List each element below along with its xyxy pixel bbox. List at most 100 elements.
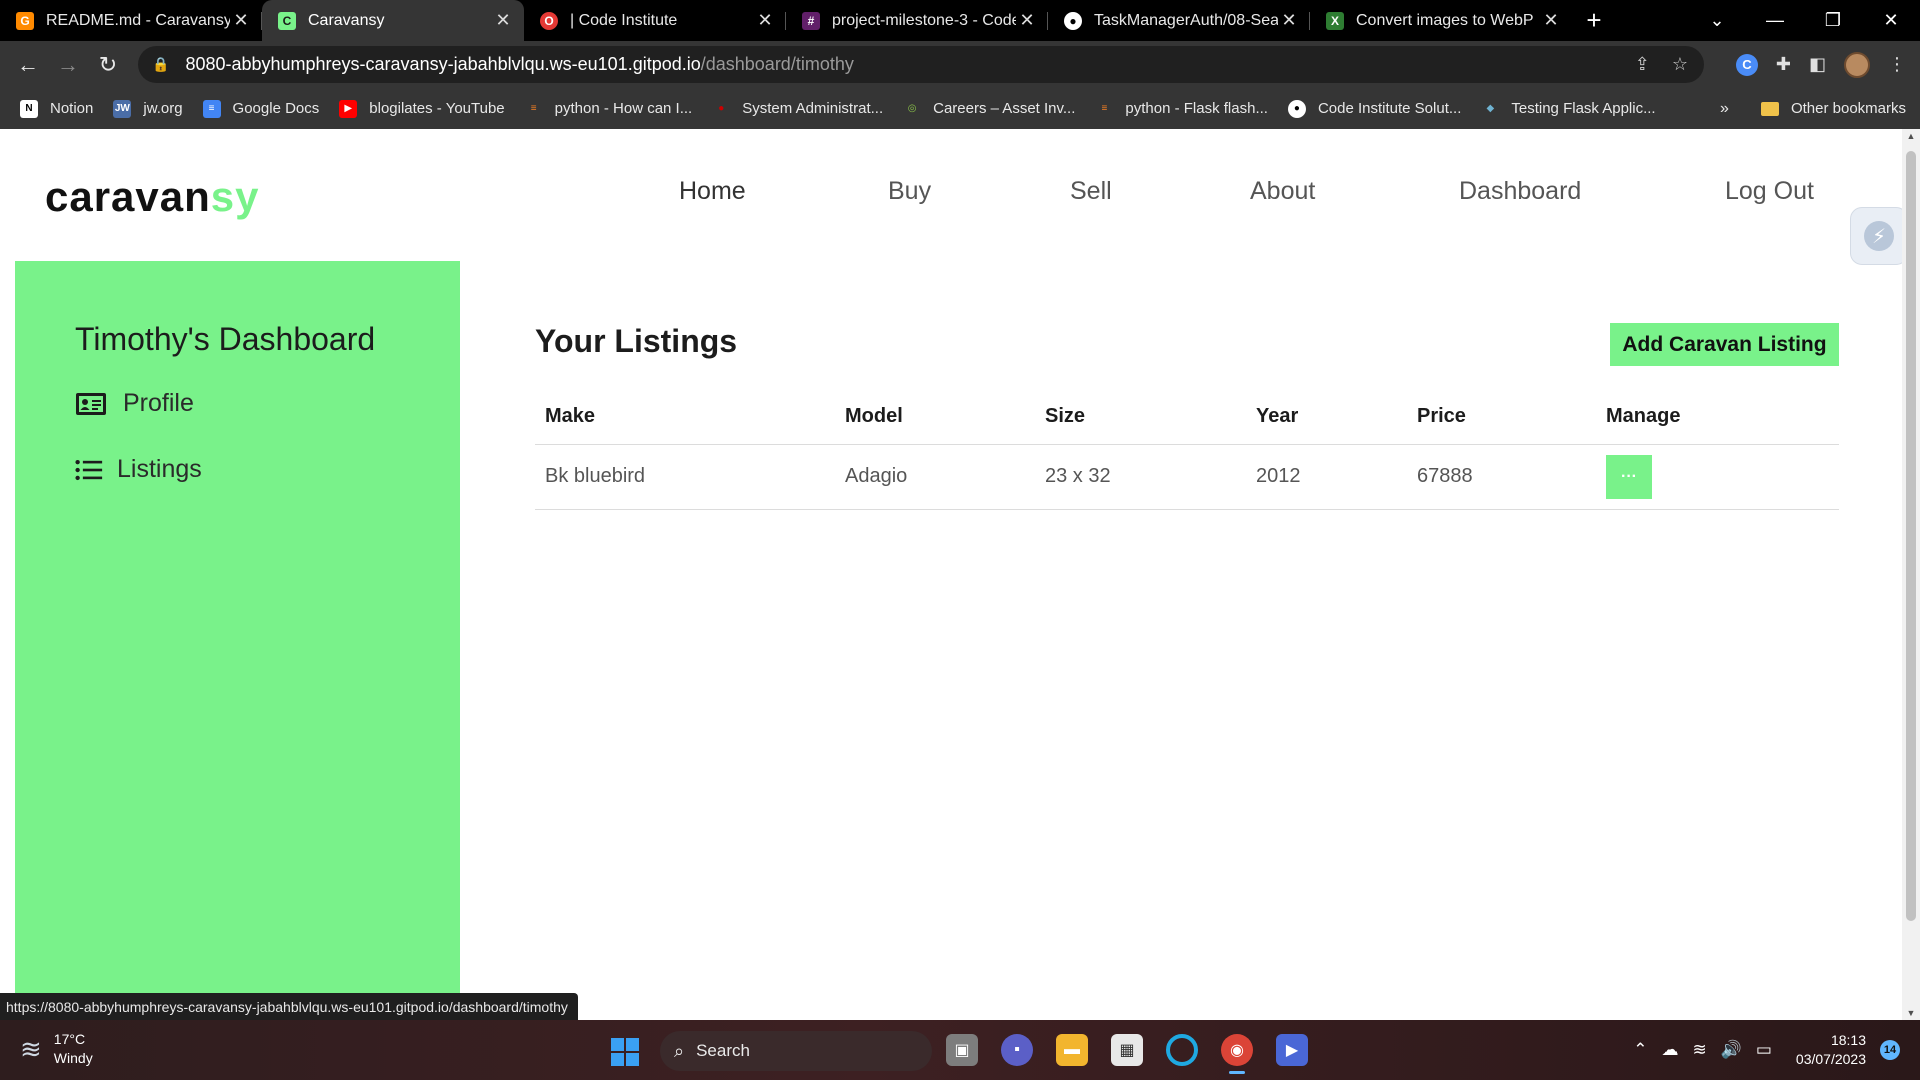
nav-sell[interactable]: Sell xyxy=(1070,177,1112,206)
close-icon[interactable]: ✕ xyxy=(492,10,514,31)
start-button[interactable] xyxy=(611,1038,639,1066)
github-icon: ● xyxy=(1287,99,1306,118)
tab-readme[interactable]: G README.md - Caravansy - G ✕ xyxy=(0,0,262,41)
tab-caravansy[interactable]: C Caravansy ✕ xyxy=(262,0,524,41)
new-tab-button[interactable]: + xyxy=(1572,0,1616,41)
bookmark-jw[interactable]: JW jw.org xyxy=(113,99,183,118)
tab-code-institute[interactable]: O | Code Institute ✕ xyxy=(524,0,786,41)
bookmark-label: System Administrat... xyxy=(742,100,884,117)
bookmark-label: Notion xyxy=(50,100,94,117)
page-viewport: caravansy Home Buy Sell About Dashboard … xyxy=(0,129,1902,1020)
close-icon[interactable]: ✕ xyxy=(230,10,252,31)
google-docs-icon: ≡ xyxy=(202,99,221,118)
close-icon[interactable]: ✕ xyxy=(1278,10,1300,31)
tab-title: Caravansy xyxy=(308,11,385,29)
weather-widget[interactable]: ≋ 17°C Windy xyxy=(20,1030,93,1068)
slack-icon: # xyxy=(802,11,820,30)
main-nav: Home Buy Sell About Dashboard Log Out xyxy=(0,177,1902,217)
tab-webp[interactable]: X Convert images to WebP ✕ xyxy=(1310,0,1572,41)
forward-icon[interactable]: → xyxy=(48,52,88,78)
column-header-year: Year xyxy=(1256,405,1299,427)
bookmark-label: Google Docs xyxy=(232,100,320,117)
bookmark-notion[interactable]: N Notion xyxy=(20,99,94,118)
close-window-icon[interactable]: ✕ xyxy=(1862,10,1920,31)
tab-search-icon[interactable]: ⌄ xyxy=(1688,10,1746,31)
volume-icon[interactable]: 🔊 xyxy=(1721,1040,1742,1060)
nav-about[interactable]: About xyxy=(1250,177,1315,206)
chrome-icon[interactable]: ◉ xyxy=(1221,1034,1253,1074)
close-icon[interactable]: ✕ xyxy=(1016,10,1038,31)
close-icon[interactable]: ✕ xyxy=(754,10,776,31)
onedrive-cloud-icon[interactable]: ☁ xyxy=(1661,1040,1678,1060)
restore-icon[interactable]: ❐ xyxy=(1804,10,1862,31)
bookmark-testing-flask[interactable]: ◆ Testing Flask Applic... xyxy=(1481,100,1656,118)
bookmark-sysadmin[interactable]: ● System Administrat... xyxy=(712,100,883,118)
show-hidden-icons-icon[interactable]: ⌃ xyxy=(1633,1040,1647,1060)
other-bookmarks-label: Other bookmarks xyxy=(1790,100,1906,117)
code-institute-icon: O xyxy=(540,11,558,30)
minimize-icon[interactable]: — xyxy=(1746,10,1804,31)
sidebar-item-profile[interactable]: Profile xyxy=(75,389,194,418)
wifi-icon[interactable]: ≋ xyxy=(1692,1040,1706,1060)
nav-buy[interactable]: Buy xyxy=(888,177,931,206)
bookmark-label: Code Institute Solut... xyxy=(1317,100,1462,117)
back-icon[interactable]: ← xyxy=(8,52,48,78)
folder-icon xyxy=(1760,101,1779,116)
bookmark-ci-solutions[interactable]: ● Code Institute Solut... xyxy=(1287,99,1462,118)
bookmarks-bar: N Notion JW jw.org ≡ Google Docs ▶ blogilate… xyxy=(0,88,1920,129)
id-card-icon xyxy=(76,392,106,415)
battery-icon[interactable]: ▭ xyxy=(1756,1040,1772,1060)
add-caravan-listing-button[interactable]: Add Caravan Listing xyxy=(1610,323,1839,366)
scrollbar-thumb[interactable] xyxy=(1906,151,1916,921)
notion-icon: N xyxy=(20,99,38,118)
bookmark-label: jw.org xyxy=(143,100,183,117)
nav-dashboard[interactable]: Dashboard xyxy=(1459,177,1581,206)
microsoft-store-icon[interactable]: ▦ xyxy=(1111,1034,1143,1066)
profile-avatar[interactable] xyxy=(1844,51,1870,78)
bookmark-star-icon[interactable]: ☆ xyxy=(1672,54,1688,75)
tab-github[interactable]: ● TaskManagerAuth/08-Searc ✕ xyxy=(1048,0,1310,41)
taskbar-search[interactable]: ⌕ Search xyxy=(660,1031,932,1071)
clock-date: 03/07/2023 xyxy=(1795,1051,1866,1067)
bookmark-python-2[interactable]: ≡ python - Flask flash... xyxy=(1095,100,1267,118)
bookmark-google-docs[interactable]: ≡ Google Docs xyxy=(202,99,320,118)
extensions-puzzle-icon[interactable]: ✚ xyxy=(1776,54,1791,75)
column-header-manage: Manage xyxy=(1606,405,1681,427)
browser-tab-strip: G README.md - Caravansy - G ✕ C Caravans… xyxy=(0,0,1920,41)
other-bookmarks[interactable]: Other bookmarks xyxy=(1760,88,1906,129)
nav-home[interactable]: Home xyxy=(679,177,746,206)
notification-badge[interactable]: 14 xyxy=(1880,1040,1900,1060)
alexa-icon[interactable] xyxy=(1166,1034,1198,1066)
bookmark-label: python - How can I... xyxy=(554,100,693,117)
bookmark-python-1[interactable]: ≡ python - How can I... xyxy=(525,100,693,118)
address-bar[interactable]: 🔒 8080-abbyhumphreys-caravansy-jabahblvl… xyxy=(138,46,1704,83)
scroll-up-icon[interactable]: ▲ xyxy=(1902,131,1920,141)
bookmark-youtube[interactable]: ▶ blogilates - YouTube xyxy=(339,99,505,118)
menu-kebab-icon[interactable]: ⋮ xyxy=(1888,54,1906,75)
sidebar-item-listings[interactable]: Listings xyxy=(75,455,202,484)
scroll-down-icon[interactable]: ▼ xyxy=(1902,1008,1920,1018)
clock[interactable]: 18:13 03/07/2023 xyxy=(1796,1031,1866,1069)
bookmark-careers[interactable]: ◎ Careers – Asset Inv... xyxy=(903,100,1076,118)
tab-slack[interactable]: # project-milestone-3 - Code ✕ xyxy=(786,0,1048,41)
gitpod-icon: G xyxy=(16,11,34,30)
bookmarks-overflow-icon[interactable]: » xyxy=(1720,88,1729,129)
teams-chat-icon[interactable]: ▪ xyxy=(1001,1034,1033,1066)
wind-icon: ≋ xyxy=(20,1033,42,1064)
bookmark-label: blogilates - YouTube xyxy=(369,100,505,117)
manage-listing-button[interactable]: ··· xyxy=(1606,455,1652,499)
side-panel-icon[interactable]: ◧ xyxy=(1809,54,1826,75)
reload-icon[interactable]: ↻ xyxy=(88,52,128,78)
power-automate-icon[interactable]: ▶ xyxy=(1276,1034,1308,1066)
list-icon xyxy=(75,459,103,480)
nav-log-out[interactable]: Log Out xyxy=(1725,177,1814,206)
floating-helper-button[interactable]: ⚡ xyxy=(1850,207,1902,265)
file-explorer-icon[interactable]: ▬ xyxy=(1056,1034,1088,1066)
share-icon[interactable]: ⇪ xyxy=(1635,54,1650,75)
page-scrollbar[interactable]: ▲ ▼ xyxy=(1902,129,1920,1020)
extension-c-icon[interactable]: C xyxy=(1735,53,1758,76)
bookmark-label: Testing Flask Applic... xyxy=(1511,100,1656,117)
close-icon[interactable]: ✕ xyxy=(1540,10,1562,31)
lock-icon[interactable]: 🔒 xyxy=(152,56,169,73)
task-view-icon[interactable]: ▣ xyxy=(946,1034,978,1066)
